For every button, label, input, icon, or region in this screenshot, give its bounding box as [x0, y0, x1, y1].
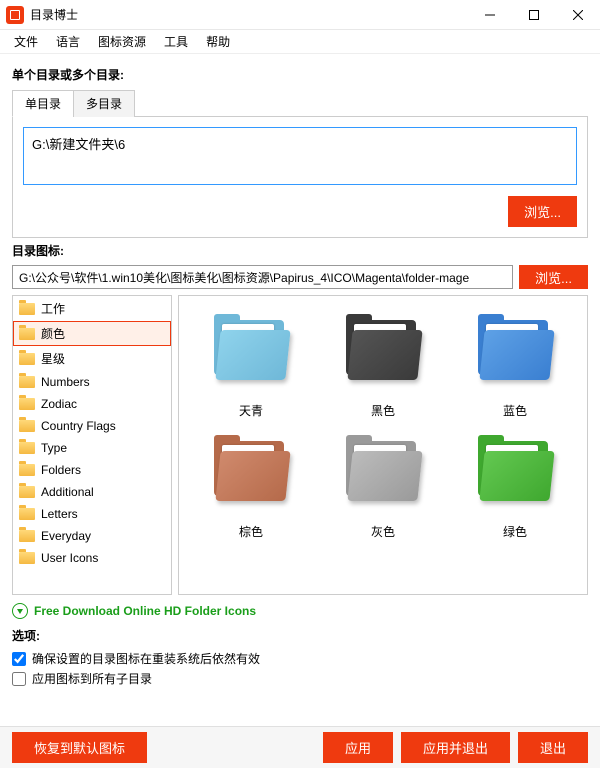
tree-item-label: Folders	[41, 463, 81, 477]
folder-icon	[19, 464, 35, 476]
menu-tools[interactable]: 工具	[156, 30, 196, 53]
apply-button[interactable]: 应用	[323, 732, 393, 763]
icon-thumb-label: 棕色	[239, 523, 263, 540]
category-tree[interactable]: 工作颜色星级 Numbers Zodiac Country Flags Type Fold…	[12, 295, 172, 595]
minimize-button[interactable]	[468, 0, 512, 30]
tree-item-label: User Icons	[41, 551, 98, 565]
restore-default-button[interactable]: 恢复到默认图标	[12, 732, 147, 763]
icon-thumb-label: 黑色	[371, 402, 395, 419]
tree-item[interactable]: Folders	[13, 459, 171, 481]
menu-help[interactable]: 帮助	[198, 30, 238, 53]
tree-item-label: Zodiac	[41, 397, 77, 411]
icon-grid[interactable]: 天青 黑色 蓝色棕色 灰色 绿色	[178, 295, 588, 595]
icon-thumb[interactable]: 棕色	[189, 427, 313, 540]
tree-item-label: Type	[41, 441, 67, 455]
icon-thumb[interactable]: 黑色	[321, 306, 445, 419]
icon-section-label: 目录图标:	[12, 242, 588, 259]
folder-icon	[19, 530, 35, 542]
menu-file[interactable]: 文件	[6, 30, 46, 53]
folder-icon	[19, 442, 35, 454]
folder-large-icon	[470, 306, 560, 396]
directory-tabs: 单目录 多目录	[12, 89, 588, 117]
exit-button[interactable]: 退出	[518, 732, 588, 763]
icon-thumb-label: 灰色	[371, 523, 395, 540]
app-icon	[6, 6, 24, 24]
window-title: 目录博士	[30, 6, 468, 23]
tab-multi-directory[interactable]: 多目录	[73, 90, 135, 117]
footer-bar: 恢复到默认图标 应用 应用并退出 退出	[0, 726, 600, 768]
tree-item-label: 工作	[41, 300, 65, 317]
directory-panel: 浏览...	[12, 117, 588, 238]
title-bar: 目录博士	[0, 0, 600, 30]
folder-icon	[19, 353, 35, 365]
maximize-button[interactable]	[512, 0, 556, 30]
tree-item[interactable]: 颜色	[13, 321, 171, 346]
menu-icon-resources[interactable]: 图标资源	[90, 30, 154, 53]
browse-icon-button[interactable]: 浏览...	[519, 265, 588, 289]
folder-icon	[19, 303, 35, 315]
download-link[interactable]: Free Download Online HD Folder Icons	[34, 604, 256, 618]
tree-item-label: Numbers	[41, 375, 90, 389]
tree-item-label: Country Flags	[41, 419, 116, 433]
tree-item[interactable]: Everyday	[13, 525, 171, 547]
option-persist-checkbox[interactable]	[12, 652, 26, 666]
icon-thumb[interactable]: 天青	[189, 306, 313, 419]
folder-large-icon	[206, 427, 296, 517]
icon-thumb-label: 蓝色	[503, 402, 527, 419]
tree-item[interactable]: 星级	[13, 346, 171, 371]
option-apply-sub-label: 应用图标到所有子目录	[32, 670, 152, 687]
folder-large-icon	[338, 427, 428, 517]
folder-icon	[19, 486, 35, 498]
option-apply-sub-checkbox[interactable]	[12, 672, 26, 686]
close-button[interactable]	[556, 0, 600, 30]
tab-single-directory[interactable]: 单目录	[12, 90, 74, 117]
icon-thumb[interactable]: 灰色	[321, 427, 445, 540]
browse-directory-button[interactable]: 浏览...	[508, 196, 577, 227]
folder-icon	[19, 420, 35, 432]
directory-path-input[interactable]	[23, 127, 577, 185]
tree-item[interactable]: Country Flags	[13, 415, 171, 437]
tree-item-label: Additional	[41, 485, 94, 499]
options-label: 选项:	[12, 627, 588, 644]
download-icon	[12, 603, 28, 619]
icon-thumb[interactable]: 绿色	[453, 427, 577, 540]
tree-item[interactable]: Zodiac	[13, 393, 171, 415]
folder-icon	[19, 398, 35, 410]
tree-item-label: Letters	[41, 507, 78, 521]
tree-item[interactable]: Letters	[13, 503, 171, 525]
tree-item-label: 颜色	[41, 325, 65, 342]
icon-path-input[interactable]	[12, 265, 513, 289]
directory-section-label: 单个目录或多个目录:	[12, 66, 588, 83]
tree-item-label: 星级	[41, 350, 65, 367]
icon-thumb-label: 天青	[239, 402, 263, 419]
tree-item[interactable]: User Icons	[13, 547, 171, 569]
option-apply-sub-row[interactable]: 应用图标到所有子目录	[12, 670, 588, 687]
folder-icon	[19, 376, 35, 388]
tree-item[interactable]: Type	[13, 437, 171, 459]
folder-icon	[19, 328, 35, 340]
folder-icon	[19, 508, 35, 520]
option-persist-row[interactable]: 确保设置的目录图标在重装系统后依然有效	[12, 650, 588, 667]
folder-large-icon	[206, 306, 296, 396]
icon-thumb[interactable]: 蓝色	[453, 306, 577, 419]
folder-icon	[19, 552, 35, 564]
option-persist-label: 确保设置的目录图标在重装系统后依然有效	[32, 650, 260, 667]
menu-bar: 文件 语言 图标资源 工具 帮助	[0, 30, 600, 54]
menu-language[interactable]: 语言	[48, 30, 88, 53]
tree-item[interactable]: 工作	[13, 296, 171, 321]
tree-item-label: Everyday	[41, 529, 91, 543]
tree-item[interactable]: Additional	[13, 481, 171, 503]
apply-exit-button[interactable]: 应用并退出	[401, 732, 510, 763]
folder-large-icon	[470, 427, 560, 517]
icon-thumb-label: 绿色	[503, 523, 527, 540]
folder-large-icon	[338, 306, 428, 396]
tree-item[interactable]: Numbers	[13, 371, 171, 393]
